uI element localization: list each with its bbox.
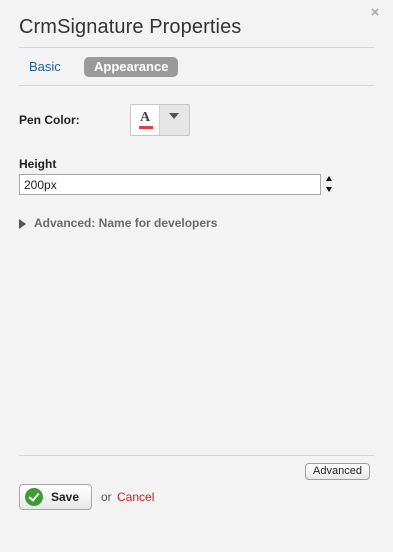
properties-dialog: × CrmSignature Properties Basic Appearan…: [0, 0, 393, 552]
footer-divider: [19, 455, 374, 456]
pen-color-label: Pen Color:: [19, 113, 80, 127]
tab-appearance[interactable]: Appearance: [84, 57, 179, 77]
chevron-down-icon[interactable]: [169, 113, 179, 119]
font-color-icon: A: [140, 110, 151, 125]
height-decrement-icon[interactable]: [325, 186, 333, 194]
save-button[interactable]: Save: [19, 484, 92, 510]
pen-color-bar: [139, 126, 153, 129]
save-label: Save: [51, 490, 80, 504]
tab-basic[interactable]: Basic: [19, 57, 71, 77]
or-text: or: [101, 490, 112, 504]
advanced-name-label: Advanced: Name for developers: [34, 216, 218, 230]
cancel-link[interactable]: Cancel: [117, 490, 154, 504]
title-divider: [19, 47, 374, 48]
pen-color-picker[interactable]: A: [130, 104, 190, 136]
advanced-button[interactable]: Advanced: [305, 463, 370, 480]
dialog-title: CrmSignature Properties: [19, 16, 242, 38]
chevron-right-icon: [19, 219, 26, 229]
close-icon[interactable]: ×: [366, 4, 384, 22]
tabs-divider: [19, 85, 374, 86]
height-input[interactable]: [19, 174, 321, 195]
height-increment-icon[interactable]: [325, 175, 333, 183]
pen-color-swatch: A: [131, 105, 160, 135]
height-label: Height: [19, 157, 57, 171]
checkmark-icon: [25, 488, 43, 506]
